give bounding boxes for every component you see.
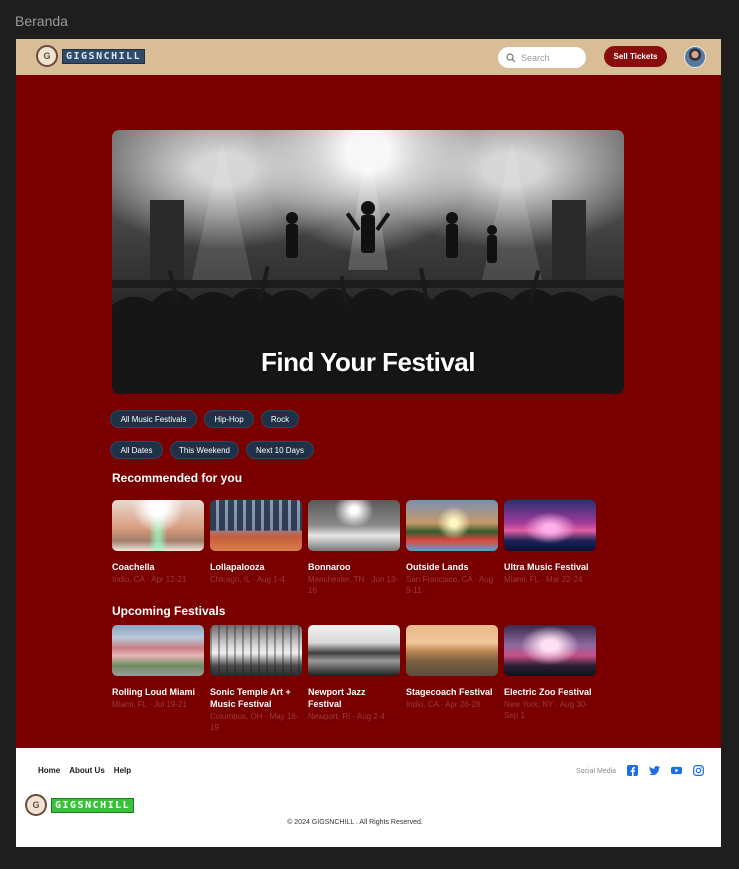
filter-hip-hop[interactable]: Hip-Hop <box>204 410 254 428</box>
filter-next-10-days[interactable]: Next 10 Days <box>246 441 314 459</box>
festival-date: San Francisco, CA · Aug 9-11 <box>406 575 494 595</box>
festival-thumbnail <box>210 625 302 676</box>
frame-title: Beranda <box>15 13 68 29</box>
social-media-label: Social Media <box>576 768 617 775</box>
logo-wordmark: GIGSNCHILL <box>62 48 146 64</box>
logo-mark-icon: G <box>25 794 47 816</box>
festival-thumbnail <box>504 625 596 676</box>
recommended-title: Recommended for you <box>112 471 243 485</box>
festival-name: Lollapalooza <box>210 562 265 572</box>
festival-card[interactable]: Lollapalooza Chicago, IL · Aug 1-4 <box>210 500 302 585</box>
festival-thumbnail <box>308 500 400 551</box>
festival-name: Rolling Loud Miami <box>112 687 195 697</box>
user-avatar[interactable] <box>684 46 706 68</box>
search-input[interactable] <box>521 52 579 63</box>
footer-nav: Home About Us Help <box>38 766 131 775</box>
site-logo[interactable]: G GIGSNCHILL <box>36 45 146 67</box>
festival-date: Miami, FL · Mar 22-24 <box>504 575 583 584</box>
festival-card[interactable]: Electric Zoo Festival New York, NY · Aug… <box>504 625 596 721</box>
festival-name: Electric Zoo Festival <box>504 687 592 697</box>
festival-thumbnail <box>504 500 596 551</box>
festival-card[interactable]: Outside Lands San Francisco, CA · Aug 9-… <box>406 500 498 596</box>
footer-link-about-us[interactable]: About Us <box>69 766 105 775</box>
facebook-icon[interactable] <box>627 765 638 776</box>
festival-thumbnail <box>210 500 302 551</box>
filter-this-weekend[interactable]: This Weekend <box>170 441 239 459</box>
festival-name: Sonic Temple Art + Music Festival <box>210 687 291 709</box>
festival-date: Chicago, IL · Aug 1-4 <box>210 575 285 584</box>
filter-all-music-festivals[interactable]: All Music Festivals <box>110 410 197 428</box>
app-frame: G GIGSNCHILL Sell Tickets <box>16 39 721 847</box>
festival-date: Columbus, OH · May 16-19 <box>210 712 299 732</box>
footer-logo[interactable]: G GIGSNCHILL <box>25 794 135 816</box>
logo-mark-icon: G <box>36 45 58 67</box>
festival-date: New York, NY · Aug 30-Sep 1 <box>504 700 588 720</box>
festival-thumbnail <box>112 625 204 676</box>
instagram-icon[interactable] <box>693 765 704 776</box>
festival-card[interactable]: Newport Jazz Festival Newport, RI · Aug … <box>308 625 400 722</box>
festival-card[interactable]: Bonnaroo Manchester, TN · Jun 13-16 <box>308 500 400 596</box>
festival-thumbnail <box>406 500 498 551</box>
sell-tickets-button[interactable]: Sell Tickets <box>604 46 667 67</box>
festival-date: Miami, FL · Jul 19-21 <box>112 700 187 709</box>
festival-thumbnail <box>406 625 498 676</box>
top-navbar: G GIGSNCHILL Sell Tickets <box>16 39 721 75</box>
upcoming-title: Upcoming Festivals <box>112 604 226 618</box>
festival-card[interactable]: Stagecoach Festival Indio, CA · Apr 26-2… <box>406 625 498 710</box>
festival-card[interactable]: Ultra Music Festival Miami, FL · Mar 22-… <box>504 500 596 585</box>
footer-link-home[interactable]: Home <box>38 766 60 775</box>
search-box[interactable] <box>498 47 586 68</box>
festival-thumbnail <box>308 625 400 676</box>
filter-all-dates[interactable]: All Dates <box>110 441 163 459</box>
festival-name: Stagecoach Festival <box>406 687 493 697</box>
hero-banner: Find Your Festival <box>112 130 624 394</box>
festival-date: Manchester, TN · Jun 13-16 <box>308 575 399 595</box>
festival-card[interactable]: Sonic Temple Art + Music Festival Columb… <box>210 625 302 733</box>
youtube-icon[interactable] <box>671 765 682 776</box>
festival-name: Newport Jazz Festival <box>308 687 366 709</box>
festival-thumbnail <box>112 500 204 551</box>
festival-card[interactable]: Rolling Loud Miami Miami, FL · Jul 19-21 <box>112 625 204 710</box>
footer-link-help[interactable]: Help <box>114 766 131 775</box>
hero-title: Find Your Festival <box>261 347 475 377</box>
filter-rock[interactable]: Rock <box>261 410 299 428</box>
festival-date: Indio, CA · Apr 26-28 <box>406 700 481 709</box>
copyright-text: © 2024 GIGSNCHILL . All Rights Reserved. <box>287 819 423 826</box>
festival-date: Newport, RI · Aug 2-4 <box>308 712 385 721</box>
festival-date: Indio, CA · Apr 12-21 <box>112 575 187 584</box>
festival-name: Outside Lands <box>406 562 469 572</box>
search-icon <box>506 52 516 62</box>
logo-wordmark: GIGSNCHILL <box>51 797 135 813</box>
festival-name: Bonnaroo <box>308 562 351 572</box>
festival-name: Ultra Music Festival <box>504 562 589 572</box>
twitter-icon[interactable] <box>649 765 660 776</box>
festival-card[interactable]: Coachella Indio, CA · Apr 12-21 <box>112 500 204 585</box>
festival-name: Coachella <box>112 562 155 572</box>
footer: Home About Us Help Social Media G GIGSNC… <box>16 748 721 847</box>
